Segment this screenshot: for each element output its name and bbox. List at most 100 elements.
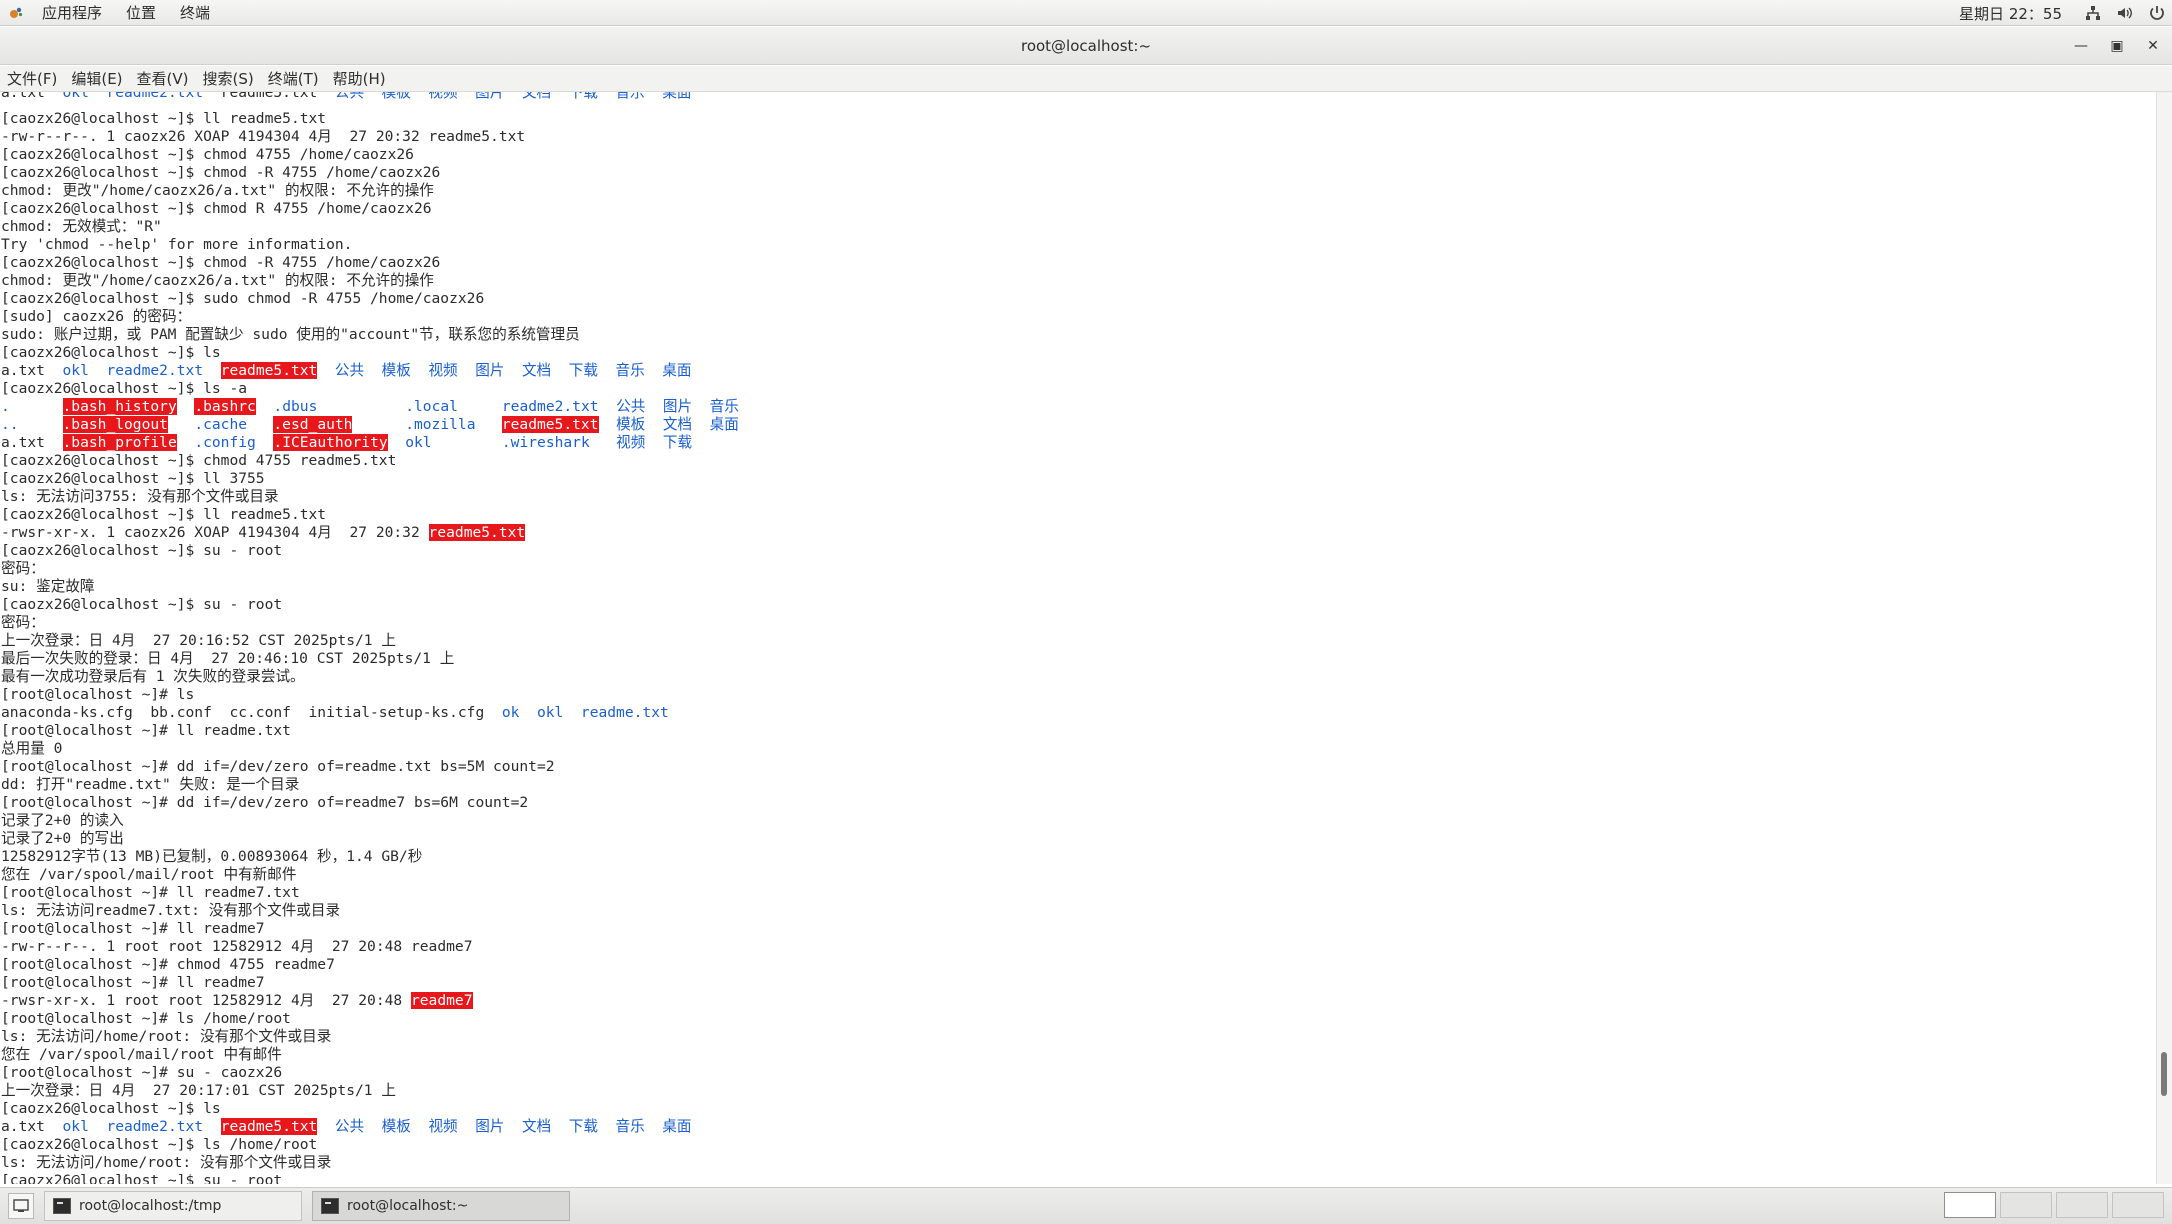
directory-entry: .local bbox=[405, 398, 458, 415]
menu-help[interactable]: 帮助(H) bbox=[326, 68, 393, 89]
menu-view[interactable]: 查看(V) bbox=[130, 68, 196, 89]
terminal-line: chmod: 无效模式："R" bbox=[1, 218, 2156, 236]
terminal-text: [caozx26@localhost ~]$ chmod 4755 /home/… bbox=[1, 146, 414, 163]
terminal-text: ls: 无法访问3755: 没有那个文件或目录 bbox=[1, 488, 279, 505]
terminal-line: [root@localhost ~]# dd if=/dev/zero of=r… bbox=[1, 794, 2156, 812]
terminal-text: a.txt bbox=[1, 362, 63, 379]
terminal-line: 上一次登录：日 4月 27 20:17:01 CST 2025pts/1 上 bbox=[1, 1082, 2156, 1100]
terminal-line: su: 鉴定故障 bbox=[1, 578, 2156, 596]
top-panel: 应用程序 位置 终端 星期日 22：55 bbox=[0, 0, 2172, 26]
terminal-line: -rwsr-xr-x. 1 root root 12582912 4月 27 2… bbox=[1, 992, 2156, 1010]
power-icon[interactable] bbox=[2148, 4, 2166, 22]
menu-file[interactable]: 文件(F) bbox=[0, 68, 64, 89]
terminal-scrollbar[interactable] bbox=[2156, 92, 2172, 1184]
task-terminal-tmp[interactable]: root@localhost:/tmp bbox=[44, 1191, 302, 1221]
volume-icon[interactable] bbox=[2116, 4, 2134, 22]
scrollbar-thumb[interactable] bbox=[2161, 1052, 2167, 1096]
terminal-output[interactable]: a.txt okl readme2.txt readme5.txt 公共 模板 … bbox=[0, 92, 2156, 1184]
directory-entry: .cache bbox=[194, 416, 248, 433]
terminal-line: [root@localhost ~]# ll readme7 bbox=[1, 974, 2156, 992]
setuid-file-entry: readme7 bbox=[410, 992, 473, 1009]
window-title: root@localhost:~ bbox=[1020, 36, 1152, 55]
terminal-line: 您在 /var/spool/mail/root 中有邮件 bbox=[1, 1046, 2156, 1064]
terminal-line: [caozx26@localhost ~]$ ll 3755 bbox=[1, 470, 2156, 488]
desktop-icon bbox=[13, 1199, 29, 1212]
close-icon[interactable]: ✕ bbox=[2144, 37, 2162, 55]
window-titlebar[interactable]: root@localhost:~ — ▣ ✕ bbox=[0, 27, 2172, 65]
directory-entry: okl bbox=[536, 704, 564, 721]
show-desktop-button[interactable] bbox=[8, 1193, 34, 1219]
workspace-1[interactable] bbox=[1944, 1192, 1996, 1218]
clock[interactable]: 星期日 22：55 bbox=[1959, 3, 2062, 24]
terminal-text: [caozx26@localhost ~]$ ls bbox=[1, 1100, 221, 1117]
applications-menu[interactable]: 应用程序 bbox=[30, 2, 114, 23]
terminal-line: a.txt okl readme2.txt readme5.txt 公共 模板 … bbox=[1, 1118, 2156, 1136]
terminal-line: anaconda-ks.cfg bb.conf cc.conf initial-… bbox=[1, 704, 2156, 722]
terminal-text: chmod: 无效模式："R" bbox=[1, 218, 162, 235]
terminal-text: [root@localhost ~]# ls bbox=[1, 686, 195, 703]
terminal-line: ls: 无法访问/home/root: 没有那个文件或目录 bbox=[1, 1028, 2156, 1046]
terminal-text: Try 'chmod --help' for more information. bbox=[1, 236, 353, 253]
setuid-file-entry: .ICEauthority bbox=[273, 434, 388, 451]
terminal-line: a.txt okl readme2.txt readme5.txt 公共 模板 … bbox=[1, 92, 2156, 102]
terminal-text: ls: 无法访问/home/root: 没有那个文件或目录 bbox=[1, 1154, 332, 1171]
directory-entry: okl bbox=[62, 92, 89, 101]
terminal-line: dd: 打开"readme.txt" 失败: 是一个目录 bbox=[1, 776, 2156, 794]
menu-edit[interactable]: 编辑(E) bbox=[64, 68, 129, 89]
setuid-file-entry: .bash_logout bbox=[62, 416, 168, 433]
terminal-line: 上一次登录：日 4月 27 20:16:52 CST 2025pts/1 上 bbox=[1, 632, 2156, 650]
terminal-line: [root@localhost ~]# dd if=/dev/zero of=r… bbox=[1, 758, 2156, 776]
terminal-menubar: 文件(F) 编辑(E) 查看(V) 搜索(S) 终端(T) 帮助(H) bbox=[0, 66, 2172, 92]
task-label: root@localhost:/tmp bbox=[79, 1198, 222, 1214]
terminal-text: [root@localhost ~]# ll readme7.txt bbox=[1, 884, 300, 901]
places-menu[interactable]: 位置 bbox=[114, 2, 168, 23]
maximize-icon[interactable]: ▣ bbox=[2108, 37, 2126, 55]
bottom-taskbar: root@localhost:/tmp root@localhost:~ bbox=[0, 1187, 2172, 1224]
terminal-line: .. .bash_logout .cache .esd_auth .mozill… bbox=[1, 416, 2156, 434]
terminal-line: [caozx26@localhost ~]$ chmod -R 4755 /ho… bbox=[1, 254, 2156, 272]
directory-entry: readme2.txt bbox=[501, 398, 599, 415]
terminal-text: anaconda-ks.cfg bb.conf cc.conf initial-… bbox=[1, 704, 502, 721]
directory-entry: 公共 模板 视频 图片 文档 下载 音乐 桌面 bbox=[334, 1118, 692, 1135]
task-terminal-home[interactable]: root@localhost:~ bbox=[312, 1191, 570, 1221]
terminal-line: chmod: 更改"/home/caozx26/a.txt" 的权限: 不允许的… bbox=[1, 182, 2156, 200]
terminal-menu[interactable]: 终端 bbox=[168, 2, 222, 23]
workspace-3[interactable] bbox=[2056, 1192, 2108, 1218]
terminal-text: [sudo] caozx26 的密码： bbox=[1, 308, 192, 325]
terminal-line: 12582912字节(13 MB)已复制，0.00893064 秒，1.4 GB… bbox=[1, 848, 2156, 866]
terminal-text: 您在 /var/spool/mail/root 中有新邮件 bbox=[1, 866, 297, 883]
terminal-line: -rw-r--r--. 1 caozx26 XOAP 4194304 4月 27… bbox=[1, 128, 2156, 146]
terminal-text: [root@localhost ~]# ls /home/root bbox=[1, 1010, 291, 1027]
terminal-text: [caozx26@localhost ~]$ su - root bbox=[1, 542, 283, 559]
terminal-text: su: 鉴定故障 bbox=[1, 578, 95, 595]
directory-entry: readme2.txt bbox=[106, 1118, 204, 1135]
directory-entry: readme2.txt bbox=[106, 362, 204, 379]
network-icon[interactable] bbox=[2084, 4, 2102, 22]
workspace-4[interactable] bbox=[2112, 1192, 2164, 1218]
directory-entry: okl bbox=[62, 362, 89, 379]
terminal-text: [caozx26@localhost ~]$ ls /home/root bbox=[1, 1136, 318, 1153]
gnome-foot-icon bbox=[10, 7, 23, 18]
terminal-line: [root@localhost ~]# ll readme7 bbox=[1, 920, 2156, 938]
menu-search[interactable]: 搜索(S) bbox=[196, 68, 261, 89]
terminal-text: 记录了2+0 的写出 bbox=[1, 830, 124, 847]
setuid-file-entry: .esd_auth bbox=[273, 416, 353, 433]
terminal-text: 12582912字节(13 MB)已复制，0.00893064 秒，1.4 GB… bbox=[1, 848, 423, 865]
minimize-icon[interactable]: — bbox=[2072, 37, 2090, 55]
menu-terminal[interactable]: 终端(T) bbox=[261, 68, 326, 89]
terminal-text: -rwsr-xr-x. 1 root root 12582912 4月 27 2… bbox=[1, 992, 411, 1009]
terminal-line: 最有一次成功登录后有 1 次失败的登录尝试。 bbox=[1, 668, 2156, 686]
terminal-line: [caozx26@localhost ~]$ chmod 4755 readme… bbox=[1, 452, 2156, 470]
task-label: root@localhost:~ bbox=[347, 1198, 469, 1214]
terminal-line: 密码： bbox=[1, 560, 2156, 578]
terminal-line: [caozx26@localhost ~]$ su - root bbox=[1, 596, 2156, 614]
workspace-2[interactable] bbox=[2000, 1192, 2052, 1218]
terminal-text: ls: 无法访问/home/root: 没有那个文件或目录 bbox=[1, 1028, 332, 1045]
directory-entry: ok bbox=[501, 704, 520, 721]
